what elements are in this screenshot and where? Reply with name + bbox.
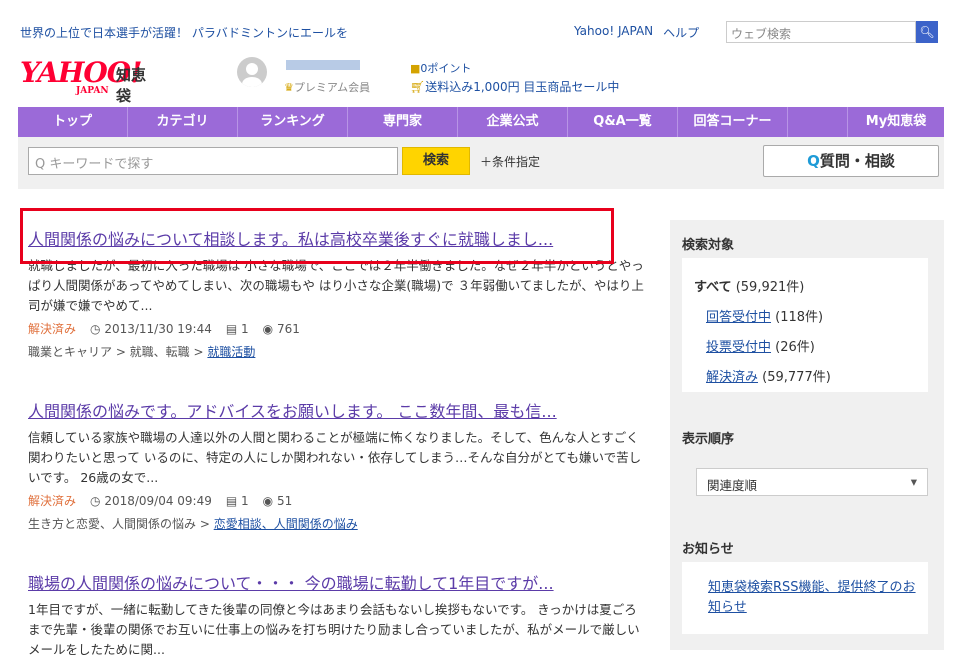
nav-answer-corner[interactable]: 回答コーナー bbox=[678, 107, 788, 137]
filter-all[interactable]: すべて (59,921件) bbox=[694, 276, 804, 295]
nav-ranking[interactable]: ランキング bbox=[238, 107, 348, 137]
result-meta: 解決済み ◷ 2018/09/04 09:49 ▤ 1 ◉ 51 bbox=[28, 492, 648, 509]
search-icon: Q bbox=[35, 157, 46, 172]
promo-link[interactable]: 世界の上位で日本選手が活躍！ パラバドミントンにエールを bbox=[20, 24, 348, 41]
help-link[interactable]: ヘルプ bbox=[663, 24, 699, 41]
notice-heading: お知らせ bbox=[682, 542, 734, 557]
filter-resolved[interactable]: 解決済み (59,777件) bbox=[706, 366, 831, 385]
status-badge: 解決済み bbox=[28, 322, 77, 336]
filter-voting[interactable]: 投票受付中 (26件) bbox=[706, 336, 815, 355]
nav-category[interactable]: カテゴリ bbox=[128, 107, 238, 137]
nav-expert[interactable]: 専門家 bbox=[348, 107, 458, 137]
result-meta: 解決済み ◷ 2013/11/30 19:44 ▤ 1 ◉ 761 bbox=[28, 320, 648, 337]
order-heading: 表示順序 bbox=[682, 432, 735, 447]
conditions-link[interactable]: ＋条件指定 bbox=[480, 153, 540, 170]
keyword-search-input[interactable]: Q キーワードで探す bbox=[28, 147, 398, 175]
search-row: Q キーワードで探す 検索 ＋条件指定 Q質問・相談 bbox=[18, 137, 944, 189]
category-link[interactable]: 恋愛相談、人間関係の悩み bbox=[214, 517, 358, 531]
result-title[interactable]: 職場の人間関係の悩みについて・・・ 今の職場に転勤して1年目ですが... bbox=[28, 570, 648, 594]
nav-top[interactable]: トップ bbox=[18, 107, 128, 137]
web-search-input[interactable]: ウェブ検索 bbox=[726, 21, 916, 43]
answer-count-icon: ▤ 1 bbox=[225, 321, 249, 336]
result-item: 職場の人間関係の悩みについて・・・ 今の職場に転勤して1年目ですが... 1年目… bbox=[28, 570, 648, 660]
cart-icon: 🛒︎ bbox=[410, 80, 426, 94]
search-button[interactable]: 検索 bbox=[402, 147, 470, 175]
view-count-icon: ◉ 761 bbox=[262, 321, 300, 336]
coin-icon: ■ bbox=[410, 62, 421, 75]
result-snippet: 1年目ですが、一緒に転勤してきた後輩の同僚と今はあまり会話もないし挨拶もないです… bbox=[28, 602, 640, 657]
web-search-button[interactable]: 🔍︎ bbox=[916, 21, 938, 43]
avatar[interactable] bbox=[237, 57, 267, 87]
highlight-box bbox=[20, 208, 614, 264]
result-title[interactable]: 人間関係の悩みです。アドバイスをお願いします。 ここ数年間、最も信... bbox=[28, 398, 648, 422]
view-count-icon: ◉ 51 bbox=[262, 493, 293, 508]
username-redacted bbox=[286, 60, 360, 70]
target-heading: 検索対象 bbox=[682, 238, 735, 253]
filter-open[interactable]: 回答受付中 (118件) bbox=[706, 306, 823, 325]
status-badge: 解決済み bbox=[28, 494, 77, 508]
result-snippet: 就職しましたが、最初に入った職場は 小さな職場で、ここでは２年半働きました。なぜ… bbox=[28, 258, 644, 313]
ask-question-button[interactable]: Q質問・相談 bbox=[763, 145, 939, 177]
result-category: 生き方と恋愛、人間関係の悩み > 恋愛相談、人間関係の悩み bbox=[28, 517, 358, 531]
nav-blank bbox=[788, 107, 848, 137]
yahoo-japan-link[interactable]: Yahoo! JAPAN bbox=[574, 24, 653, 41]
premium-badge[interactable]: ♛プレミアム会員 bbox=[284, 79, 370, 95]
main-nav: トップ カテゴリ ランキング 専門家 企業公式 Q&A一覧 回答コーナー My知… bbox=[18, 107, 944, 137]
result-item: 人間関係の悩みです。アドバイスをお願いします。 ここ数年間、最も信... 信頼し… bbox=[28, 398, 648, 532]
search-icon: 🔍︎ bbox=[919, 25, 935, 39]
notice-link[interactable]: 知恵袋検索RSS機能、提供終了のお知らせ bbox=[708, 578, 928, 618]
sidebar: 検索対象 すべて (59,921件) 回答受付中 (118件) 投票受付中 (2… bbox=[670, 220, 944, 650]
result-category: 職業とキャリア > 就職、転職 > 就職活動 bbox=[28, 345, 256, 359]
sale-link[interactable]: 🛒︎送料込み1,000円 目玉商品セール中 bbox=[410, 78, 619, 95]
plus-icon: ＋ bbox=[480, 155, 493, 169]
points-link[interactable]: ■0ポイント bbox=[410, 60, 471, 76]
top-bar: 世界の上位で日本選手が活躍！ パラバドミントンにエールを Yahoo! JAPA… bbox=[0, 0, 964, 46]
nav-official[interactable]: 企業公式 bbox=[458, 107, 568, 137]
answer-count-icon: ▤ 1 bbox=[225, 493, 249, 508]
question-icon: Q bbox=[807, 152, 820, 170]
order-select[interactable]: 関連度順 bbox=[696, 468, 928, 496]
logo-service-name: 知恵袋 bbox=[116, 66, 147, 105]
clock-icon: ◷ 2013/11/30 19:44 bbox=[90, 321, 212, 336]
nav-qa-list[interactable]: Q&A一覧 bbox=[568, 107, 678, 137]
category-link[interactable]: 就職活動 bbox=[207, 345, 255, 359]
clock-icon: ◷ 2018/09/04 09:49 bbox=[90, 493, 212, 508]
result-snippet: 信頼している家族や職場の人達以外の人間と関わることが極端に怖くなりました。そして… bbox=[28, 430, 642, 485]
nav-my-chiebukuro[interactable]: My知恵袋 bbox=[848, 107, 944, 137]
top-links: Yahoo! JAPAN ヘルプ bbox=[574, 24, 699, 41]
logo[interactable]: YAHOO! JAPAN 知恵袋 bbox=[20, 56, 160, 105]
logo-japan: JAPAN bbox=[76, 86, 109, 96]
premium-icon: ♛ bbox=[284, 81, 294, 94]
